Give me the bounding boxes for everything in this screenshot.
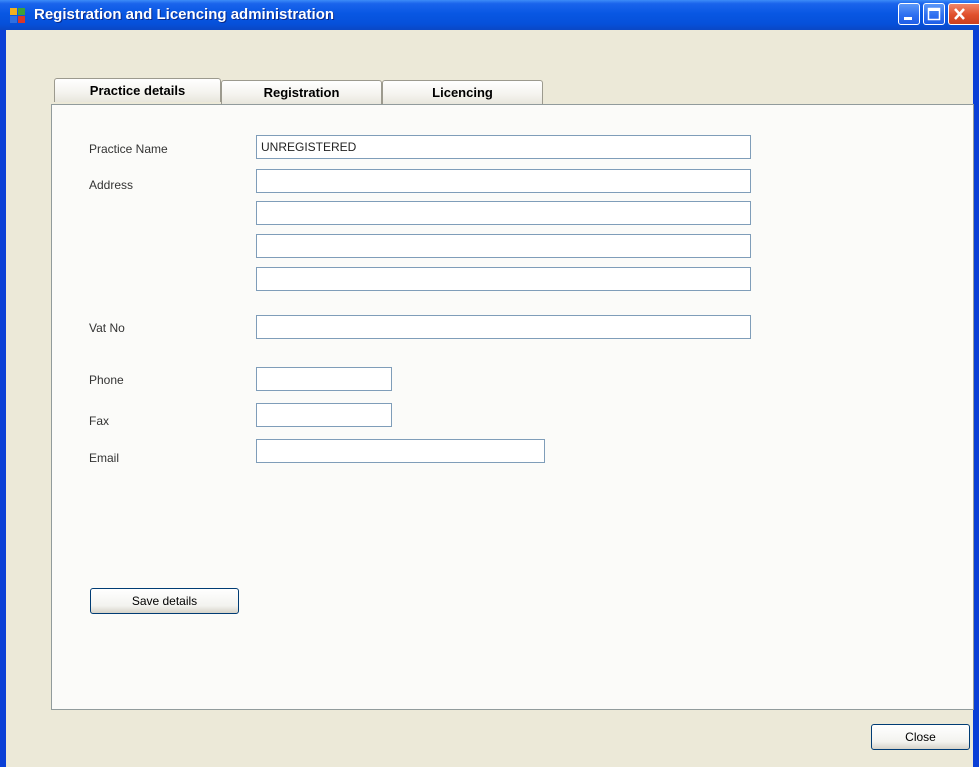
tab-licencing[interactable]: Licencing bbox=[382, 80, 543, 104]
minimize-button[interactable] bbox=[898, 3, 920, 25]
fax-label: Fax bbox=[89, 414, 110, 428]
tab-registration[interactable]: Registration bbox=[221, 80, 382, 104]
vat-no-label: Vat No bbox=[89, 321, 125, 335]
tab-label: Registration bbox=[263, 85, 340, 100]
address-label: Address bbox=[89, 178, 134, 192]
vat-no-input[interactable] bbox=[256, 315, 751, 339]
minimize-icon bbox=[904, 17, 912, 20]
address-line-4-input[interactable] bbox=[256, 267, 751, 291]
maximize-icon bbox=[927, 7, 941, 21]
email-input[interactable] bbox=[256, 439, 545, 463]
address-line-2-input[interactable] bbox=[256, 201, 751, 225]
address-line-1-input[interactable] bbox=[256, 169, 751, 193]
save-details-button[interactable]: Save details bbox=[90, 588, 239, 614]
app-icon bbox=[10, 8, 26, 24]
application-window: Registration and Licencing administratio… bbox=[0, 0, 979, 767]
close-icon bbox=[954, 8, 965, 20]
practice-name-label: Practice Name bbox=[89, 142, 168, 156]
tab-label: Licencing bbox=[432, 85, 493, 100]
close-window-button[interactable] bbox=[948, 3, 979, 25]
phone-input[interactable] bbox=[256, 367, 392, 391]
maximize-button[interactable] bbox=[923, 3, 945, 25]
title-bar[interactable]: Registration and Licencing administratio… bbox=[0, 0, 979, 30]
practice-details-panel bbox=[51, 104, 974, 710]
fax-input[interactable] bbox=[256, 403, 392, 427]
phone-label: Phone bbox=[89, 373, 124, 387]
email-label: Email bbox=[89, 451, 120, 465]
address-line-3-input[interactable] bbox=[256, 234, 751, 258]
tab-practice-details[interactable]: Practice details bbox=[54, 78, 221, 102]
tab-label: Practice details bbox=[89, 83, 186, 98]
practice-name-input[interactable] bbox=[256, 135, 751, 159]
close-button[interactable]: Close bbox=[871, 724, 970, 750]
window-title: Registration and Licencing administratio… bbox=[34, 6, 335, 23]
